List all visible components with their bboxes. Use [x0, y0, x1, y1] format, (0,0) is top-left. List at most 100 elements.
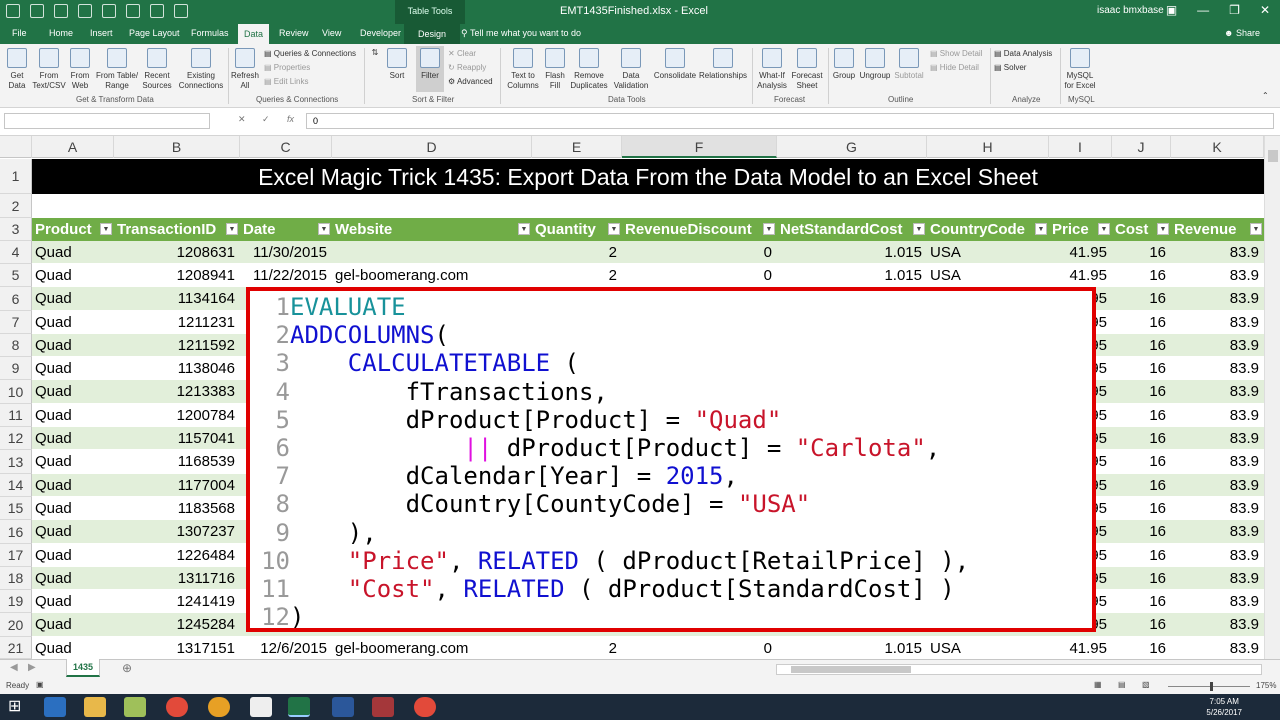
what-if-button[interactable]: What-If Analysis: [754, 48, 790, 91]
page-layout-view-icon[interactable]: ▤: [1118, 680, 1126, 689]
table-cell[interactable]: Quad: [32, 544, 114, 567]
row-header[interactable]: 17: [0, 544, 32, 567]
tab-design[interactable]: Design: [404, 24, 461, 44]
column-header[interactable]: B: [114, 136, 240, 158]
table-cell[interactable]: 16: [1112, 380, 1171, 403]
filter-dropdown-button[interactable]: ▼: [226, 223, 238, 235]
recent-sources-button[interactable]: Recent Sources: [141, 48, 173, 91]
page-break-view-icon[interactable]: ▧: [1142, 680, 1150, 689]
user-name[interactable]: isaac bmxbase: [1097, 5, 1164, 16]
table-cell[interactable]: 1311716: [114, 567, 240, 590]
table-cell[interactable]: 83.9: [1171, 241, 1264, 264]
table-cell[interactable]: 16: [1112, 544, 1171, 567]
table-cell[interactable]: 83.9: [1171, 520, 1264, 543]
table-cell[interactable]: 83.9: [1171, 590, 1264, 613]
filter-dropdown-button[interactable]: ▼: [1250, 223, 1262, 235]
filter-dropdown-button[interactable]: ▼: [608, 223, 620, 235]
table-cell[interactable]: 16: [1112, 357, 1171, 380]
table-cell[interactable]: 1307237: [114, 520, 240, 543]
table-cell[interactable]: 1211592: [114, 334, 240, 357]
table-cell[interactable]: 1.015: [777, 264, 927, 287]
row-header[interactable]: 20: [0, 613, 32, 637]
macro-record-icon[interactable]: ▣: [36, 680, 44, 689]
row-header[interactable]: 3: [0, 218, 32, 241]
relationships-button[interactable]: Relationships: [698, 48, 748, 81]
row-header[interactable]: 14: [0, 474, 32, 497]
maps-icon[interactable]: [124, 697, 146, 717]
table-cell[interactable]: 16: [1112, 613, 1171, 636]
column-header[interactable]: H: [927, 136, 1049, 158]
filter-dropdown-button[interactable]: ▼: [1098, 223, 1110, 235]
table-cell[interactable]: Quad: [32, 241, 114, 264]
firefox-icon[interactable]: [208, 697, 230, 717]
table-cell[interactable]: 16: [1112, 264, 1171, 287]
row-header[interactable]: 13: [0, 450, 32, 474]
table-cell[interactable]: 83.9: [1171, 427, 1264, 450]
chrome-icon[interactable]: [166, 697, 188, 717]
table-cell[interactable]: USA: [927, 637, 1049, 660]
tab-insert[interactable]: Insert: [90, 28, 113, 38]
table-cell[interactable]: 83.9: [1171, 613, 1264, 636]
tab-formulas[interactable]: Formulas: [191, 28, 229, 38]
table-cell[interactable]: 2: [532, 637, 622, 660]
consolidate-button[interactable]: Consolidate: [652, 48, 698, 81]
solver-button[interactable]: ▤ Solver: [994, 60, 1026, 76]
table-cell[interactable]: 41.95: [1049, 241, 1112, 264]
dashboard-icon[interactable]: [174, 4, 188, 18]
row-header[interactable]: 7: [0, 311, 32, 334]
column-header-selected[interactable]: F: [622, 136, 777, 158]
table-cell[interactable]: Quad: [32, 380, 114, 403]
word-taskbar-icon[interactable]: [332, 697, 354, 717]
zoom-slider-thumb[interactable]: [1210, 682, 1213, 691]
column-header[interactable]: E: [532, 136, 622, 158]
mysql-button[interactable]: MySQL for Excel: [1062, 48, 1098, 91]
column-header[interactable]: I: [1049, 136, 1112, 158]
table-cell[interactable]: gel-boomerang.com: [332, 637, 532, 660]
table-cell[interactable]: 0: [622, 637, 777, 660]
insert-function-icon[interactable]: fx: [287, 114, 294, 124]
table-cell[interactable]: 2: [532, 241, 622, 264]
tab-review[interactable]: Review: [279, 28, 309, 38]
collapse-ribbon-icon[interactable]: ⌃: [1262, 88, 1269, 104]
table-cell[interactable]: 16: [1112, 520, 1171, 543]
table-cell[interactable]: Quad: [32, 450, 114, 473]
print-icon[interactable]: [150, 4, 164, 18]
cancel-icon[interactable]: ✕: [238, 114, 246, 125]
row-header[interactable]: 18: [0, 567, 32, 590]
table-cell[interactable]: 1134164: [114, 287, 240, 310]
group-button[interactable]: Group: [830, 48, 858, 81]
formula-input[interactable]: 0: [306, 113, 1274, 129]
restore-icon[interactable]: ❐: [1229, 3, 1240, 17]
table-cell[interactable]: 16: [1112, 427, 1171, 450]
windows-start-icon[interactable]: ⊞: [8, 697, 30, 717]
get-data-button[interactable]: Get Data: [4, 48, 30, 91]
vertical-scrollbar[interactable]: [1264, 136, 1280, 659]
column-header[interactable]: J: [1112, 136, 1171, 158]
undo-icon[interactable]: [30, 4, 44, 18]
data-validation-button[interactable]: Data Validation: [610, 48, 652, 91]
table-cell[interactable]: 1211231: [114, 311, 240, 334]
edge-icon[interactable]: [44, 697, 66, 717]
row-header[interactable]: 6: [0, 287, 32, 311]
from-text-button[interactable]: From Text/CSV: [32, 48, 66, 91]
table-cell[interactable]: Quad: [32, 311, 114, 334]
table-cell[interactable]: 16: [1112, 474, 1171, 497]
excel-taskbar-icon[interactable]: [288, 697, 310, 717]
print-preview-icon[interactable]: [126, 4, 140, 18]
column-header[interactable]: K: [1171, 136, 1264, 158]
chrome-window-icon[interactable]: [414, 697, 436, 717]
table-cell[interactable]: 16: [1112, 497, 1171, 520]
table-cell[interactable]: 1241419: [114, 590, 240, 613]
table-cell[interactable]: 16: [1112, 334, 1171, 357]
filter-dropdown-button[interactable]: ▼: [1035, 223, 1047, 235]
row-header[interactable]: 16: [0, 520, 32, 544]
row-header[interactable]: 15: [0, 497, 32, 520]
table-cell[interactable]: 83.9: [1171, 264, 1264, 287]
row-header[interactable]: 5: [0, 264, 32, 287]
table-cell[interactable]: 1226484: [114, 544, 240, 567]
minimize-icon[interactable]: —: [1197, 3, 1209, 17]
ribbon-display-icon[interactable]: ▣: [1166, 3, 1177, 17]
column-header[interactable]: A: [32, 136, 114, 158]
table-cell[interactable]: 83.9: [1171, 404, 1264, 427]
table-cell[interactable]: 16: [1112, 311, 1171, 334]
